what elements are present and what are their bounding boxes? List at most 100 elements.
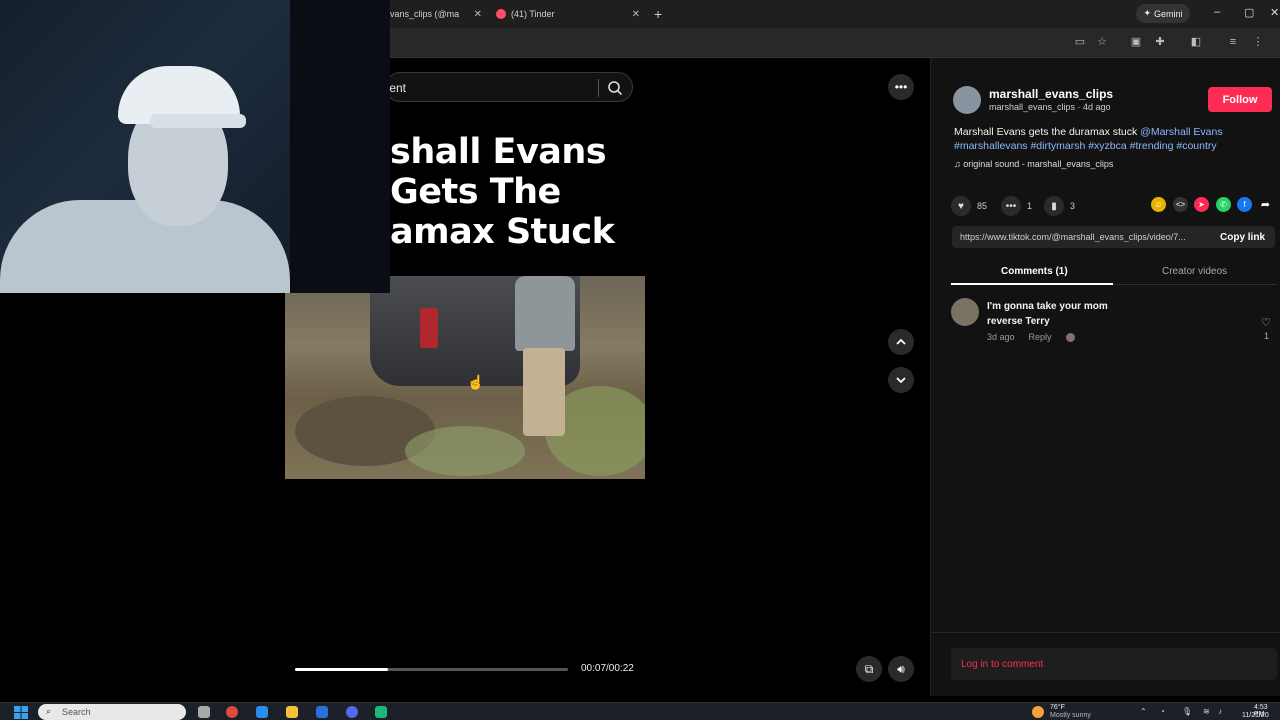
speaker-icon[interactable]: ♪	[1218, 707, 1222, 716]
network-icon[interactable]: ◔	[1160, 707, 1165, 716]
wifi-icon[interactable]: ≋	[1203, 707, 1210, 716]
comment-like-count: 1	[1264, 331, 1270, 341]
video-frame[interactable]: ☝	[285, 276, 645, 479]
comment-meta: 3d ago Reply	[987, 332, 1075, 342]
close-tab-icon[interactable]: ✕	[632, 9, 640, 20]
sparkle-icon: ✦	[1143, 8, 1152, 18]
chrome-icon[interactable]	[226, 706, 238, 718]
discord-icon[interactable]	[346, 706, 358, 718]
heart-icon[interactable]: ♥	[951, 196, 971, 216]
grass-patch	[405, 426, 525, 476]
gemini-button[interactable]: ✦ Gemini	[1136, 4, 1190, 23]
webcam-overlay	[0, 0, 390, 293]
volume-icon[interactable]: 🔊︎	[888, 656, 914, 682]
windows-start-icon[interactable]	[14, 706, 28, 719]
tab-tinder[interactable]: (41) Tinder ✕	[496, 4, 646, 24]
sidebar-icon[interactable]: ◧	[1190, 36, 1202, 48]
close-window-icon[interactable]: ✕	[1270, 6, 1279, 19]
tab-creator-videos[interactable]: Creator videos	[1162, 266, 1227, 277]
tab-label: vans_clips (@ma	[390, 9, 460, 19]
menu-icon[interactable]: ⋮	[1252, 36, 1264, 48]
chevron-up-icon[interactable]	[888, 329, 914, 355]
person-shirt	[515, 276, 575, 351]
file-explorer-icon[interactable]	[286, 706, 298, 718]
like-stat[interactable]: ♥ 85	[951, 196, 987, 216]
login-to-comment-box[interactable]: Log in to comment	[951, 648, 1277, 680]
post-details-panel: marshall_evans_clips marshall_evans_clip…	[930, 58, 1280, 696]
video-progress-bar[interactable]	[295, 668, 568, 671]
post-subline: marshall_evans_clips · 4d ago	[989, 102, 1111, 112]
taskbar-search[interactable]: ⌕ Search	[38, 704, 186, 720]
commenter-avatar[interactable]	[951, 298, 979, 326]
avatar[interactable]	[953, 86, 981, 114]
whatsapp-icon[interactable]: ✆	[1216, 197, 1231, 212]
media-icon[interactable]: ▣	[1130, 36, 1142, 48]
new-tab-button[interactable]: +	[654, 6, 662, 22]
friends-share-icon[interactable]: ☺	[1151, 197, 1166, 212]
search-icon[interactable]	[606, 79, 624, 97]
copilot-icon[interactable]	[256, 706, 268, 718]
tab-comments[interactable]: Comments (1)	[1001, 266, 1068, 277]
restore-icon[interactable]: ▢	[1244, 6, 1254, 19]
username[interactable]: marshall_evans_clips	[989, 87, 1113, 101]
tab-tiktok[interactable]: vans_clips (@ma ✕	[390, 4, 488, 24]
cast-icon[interactable]: ▭	[1074, 36, 1086, 48]
post-description: Marshall Evans gets the duramax stuck @M…	[954, 125, 1264, 153]
task-view-icon[interactable]	[198, 706, 210, 718]
embed-icon[interactable]: <>	[1173, 197, 1188, 212]
music-note-icon: ♫	[954, 159, 961, 169]
search-icon: ⌕	[46, 706, 52, 716]
reply-button[interactable]: Reply	[1029, 332, 1052, 342]
more-horizontal-icon[interactable]: •••	[888, 74, 914, 100]
share-link-text[interactable]: https://www.tiktok.com/@marshall_evans_c…	[960, 232, 1206, 242]
extensions-icon[interactable]: ✚	[1154, 36, 1166, 48]
music-line[interactable]: ♫ original sound - marshall_evans_clips	[954, 159, 1113, 169]
picture-in-picture-icon[interactable]: ⧉	[856, 656, 882, 682]
share-link-box: https://www.tiktok.com/@marshall_evans_c…	[952, 226, 1275, 248]
comment-age: 3d ago	[987, 332, 1015, 342]
store-icon[interactable]	[316, 706, 328, 718]
save-stat[interactable]: ▮ 3	[1044, 196, 1075, 216]
person	[515, 276, 575, 436]
comments-count: 1	[1027, 201, 1033, 211]
follow-button[interactable]: Follow	[1208, 87, 1272, 112]
active-tab-indicator	[951, 283, 1113, 285]
bookmark-star-icon[interactable]: ☆	[1096, 36, 1108, 48]
share-arrow-icon[interactable]: ➦	[1258, 197, 1273, 212]
flame-icon	[496, 9, 506, 19]
gemini-label: Gemini	[1154, 8, 1183, 19]
login-to-comment-link[interactable]: Log in to comment	[961, 659, 1043, 670]
saves-count: 3	[1070, 201, 1076, 211]
microphone-icon[interactable]: 🎙︎	[1182, 707, 1192, 716]
hashtags-link[interactable]: #marshallevans #dirtymarsh #xyzbca #tren…	[954, 140, 1217, 152]
weather-sun-icon[interactable]	[1032, 706, 1044, 718]
tab-label: (41) Tinder	[511, 9, 555, 19]
video-caption-overlay: shall Evans Gets The amax Stuck	[390, 132, 615, 252]
minimize-icon[interactable]: –	[1214, 6, 1220, 18]
taskbar-search-placeholder: Search	[62, 707, 91, 717]
bookmark-icon[interactable]: ▮	[1044, 196, 1064, 216]
app-icon[interactable]	[375, 706, 387, 718]
tray-chevron-icon[interactable]: ⌃	[1140, 707, 1147, 716]
person-legs	[523, 348, 565, 436]
panel-tabs: Comments (1) Creator videos	[951, 261, 1277, 285]
comment-stat[interactable]: ••• 1	[1001, 196, 1032, 216]
profile-icon[interactable]: ≡	[1227, 36, 1239, 48]
streamer-cap-brim	[150, 114, 246, 128]
description-text: Marshall Evans gets the duramax stuck	[954, 126, 1138, 138]
copy-link-button[interactable]: Copy link	[1220, 232, 1265, 243]
comment-icon[interactable]: •••	[1001, 196, 1021, 216]
close-tab-icon[interactable]: ✕	[474, 9, 482, 20]
search-divider	[598, 79, 599, 97]
video-time: 00:07/00:22	[581, 663, 634, 674]
weather-condition: Mostly sunny	[1050, 712, 1091, 719]
search-bar[interactable]: tent	[385, 72, 633, 102]
chevron-down-icon[interactable]	[888, 367, 914, 393]
hand-cursor-icon: ☝	[467, 374, 485, 390]
comment-heart-icon[interactable]: ♡	[1261, 316, 1271, 329]
creator-liked-icon	[1065, 332, 1075, 342]
mention-link[interactable]: @Marshall Evans	[1140, 126, 1222, 138]
windows-taskbar: ⌕ Search 76°F Mostly sunny ⌃ ◔ 🎙︎ ≋ ♪ 4:…	[0, 702, 1280, 720]
facebook-icon[interactable]: f	[1237, 197, 1252, 212]
send-icon[interactable]: ➤	[1194, 197, 1209, 212]
